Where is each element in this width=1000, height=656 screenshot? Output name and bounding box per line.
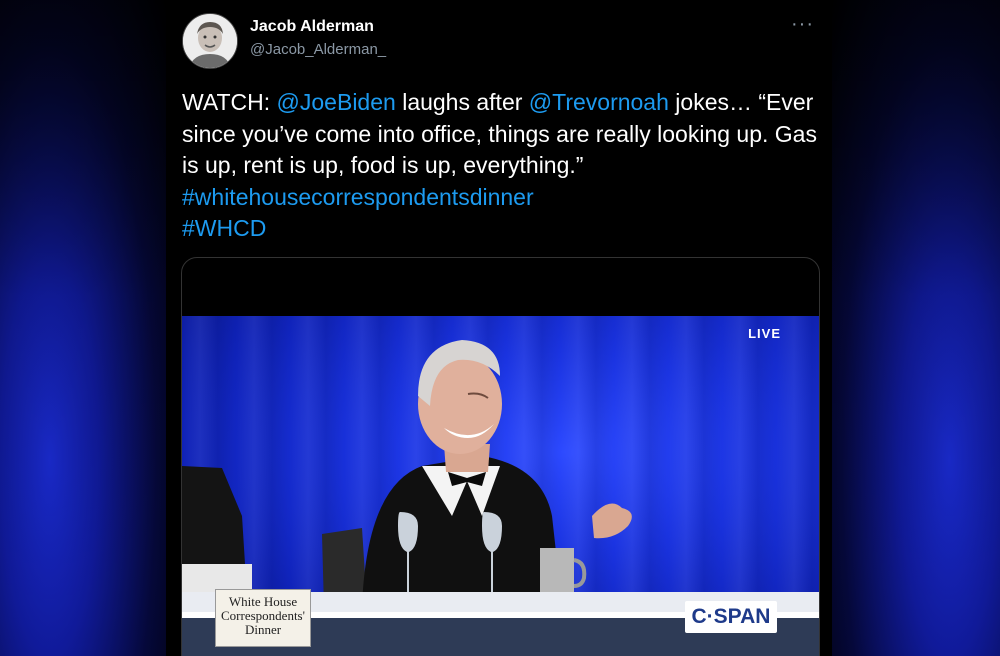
avatar[interactable]	[182, 13, 238, 69]
tweet-text-part: laughs after	[395, 89, 529, 115]
event-logo-line: White House	[228, 594, 298, 609]
avatar-photo	[183, 14, 237, 68]
author-name[interactable]: Jacob Alderman	[250, 18, 374, 36]
ellipsis-icon[interactable]: ···	[791, 14, 814, 34]
blurred-background-left	[0, 0, 166, 656]
tweet-text: WATCH: @JoeBiden laughs after @Trevornoa…	[182, 87, 822, 245]
hashtag-whcd[interactable]: #WHCD	[182, 215, 266, 241]
blurred-background-right	[832, 0, 1000, 656]
mention-trevornoah[interactable]: @Trevornoah	[529, 89, 669, 115]
tweet-card: Jacob Alderman @Jacob_Alderman_ ··· WATC…	[166, 0, 832, 656]
author-handle[interactable]: @Jacob_Alderman_	[250, 41, 386, 58]
mention-joebiden[interactable]: @JoeBiden	[277, 89, 396, 115]
network-logo: C·SPAN	[685, 601, 777, 633]
live-indicator: LIVE	[748, 326, 781, 341]
video-frame: LIVE White House Correspondents' Dinner …	[182, 316, 819, 656]
event-logo: White House Correspondents' Dinner	[215, 589, 311, 647]
event-logo-line: Dinner	[244, 622, 282, 637]
video-player[interactable]: LIVE White House Correspondents' Dinner …	[181, 257, 820, 656]
hashtag-whitehousecorrespondentsdinner[interactable]: #whitehousecorrespondentsdinner	[182, 184, 534, 210]
event-logo-line: Correspondents'	[221, 608, 305, 623]
tweet-text-part: WATCH:	[182, 89, 277, 115]
